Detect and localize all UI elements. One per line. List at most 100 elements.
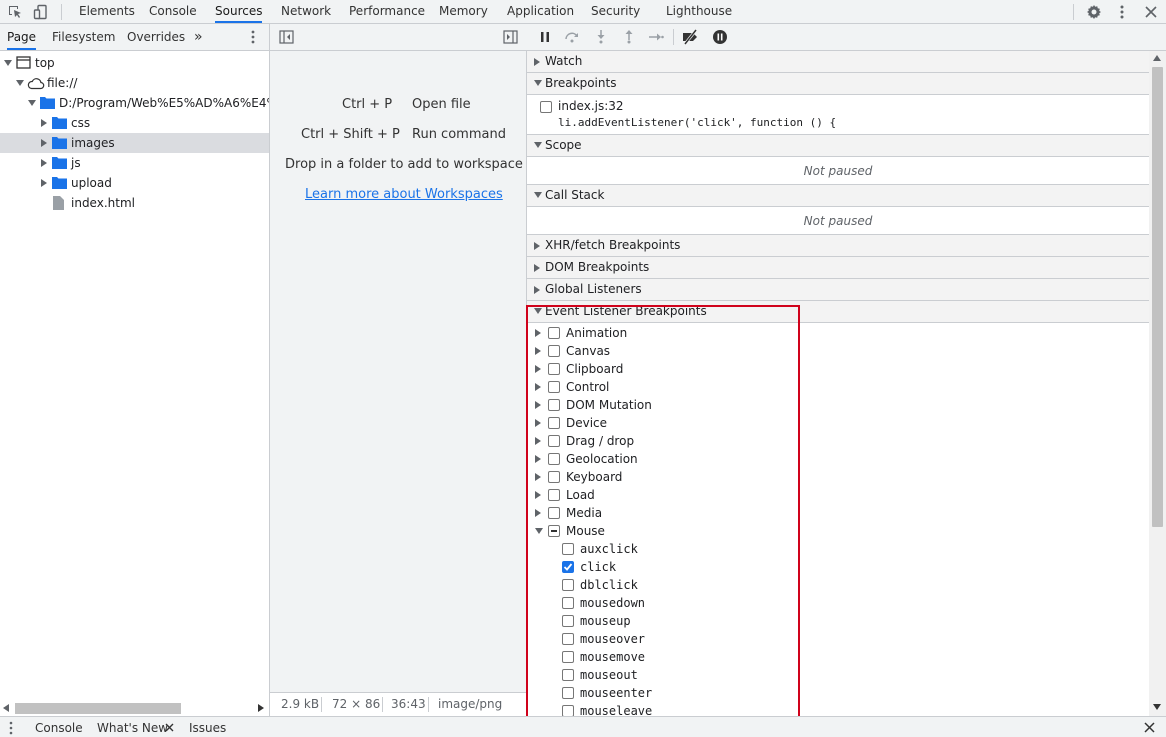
pane-global-listeners[interactable]: Global Listeners	[527, 279, 1149, 301]
tab-filesystem[interactable]: Filesystem	[52, 24, 115, 50]
event-checkbox[interactable]	[562, 651, 574, 663]
pane-event-listener-breakpoints[interactable]: Event Listener Breakpoints	[527, 301, 1149, 323]
learn-more-workspaces-link[interactable]: Learn more about Workspaces	[305, 187, 503, 202]
event-category-clipboard[interactable]: Clipboard	[527, 360, 1149, 378]
tree-item-images[interactable]: images	[0, 133, 269, 153]
event-mouseenter[interactable]: mouseenter	[527, 684, 1149, 702]
category-checkbox[interactable]	[548, 381, 560, 393]
tree-item-index-html[interactable]: index.html	[0, 193, 269, 213]
category-checkbox[interactable]	[548, 471, 560, 483]
event-category-canvas[interactable]: Canvas	[527, 342, 1149, 360]
event-checkbox[interactable]	[562, 669, 574, 681]
event-checkbox[interactable]	[562, 597, 574, 609]
pane-xhr-breakpoints[interactable]: XHR/fetch Breakpoints	[527, 235, 1149, 257]
event-click[interactable]: click	[527, 558, 1149, 576]
close-icon[interactable]	[1143, 4, 1159, 20]
category-checkbox[interactable]	[548, 345, 560, 357]
tab-page[interactable]: Page	[7, 24, 37, 50]
event-checkbox[interactable]	[562, 615, 574, 627]
category-checkbox[interactable]	[548, 363, 560, 375]
inspect-element-icon[interactable]	[7, 4, 23, 20]
tree-item-upload[interactable]: upload	[0, 173, 269, 193]
tree-item-project-folder[interactable]: D:/Program/Web%E5%AD%A6%E4%B9%A0	[0, 93, 269, 113]
step-into-icon[interactable]	[593, 29, 609, 45]
tab-network[interactable]: Network	[281, 0, 331, 23]
tab-application[interactable]: Application	[507, 0, 574, 23]
category-checkbox[interactable]	[548, 417, 560, 429]
close-tab-icon[interactable]	[165, 723, 174, 732]
event-mousemove[interactable]: mousemove	[527, 648, 1149, 666]
tab-console[interactable]: Console	[149, 0, 197, 23]
event-auxclick[interactable]: auxclick	[527, 540, 1149, 558]
tab-security[interactable]: Security	[591, 0, 640, 23]
event-checkbox[interactable]	[562, 705, 574, 716]
more-tabs-chevron-icon[interactable]: »	[194, 24, 203, 50]
event-category-geolocation[interactable]: Geolocation	[527, 450, 1149, 468]
event-category-animation[interactable]: Animation	[527, 324, 1149, 342]
category-checkbox[interactable]	[548, 399, 560, 411]
tab-elements[interactable]: Elements	[79, 0, 135, 23]
pane-dom-breakpoints[interactable]: DOM Breakpoints	[527, 257, 1149, 279]
tree-item-js[interactable]: js	[0, 153, 269, 173]
event-mouseleave[interactable]: mouseleave	[527, 702, 1149, 716]
event-dblclick[interactable]: dblclick	[527, 576, 1149, 594]
event-category-keyboard[interactable]: Keyboard	[527, 468, 1149, 486]
debugger-vertical-scrollbar[interactable]	[1149, 51, 1166, 716]
step-out-icon[interactable]	[621, 29, 637, 45]
event-checkbox-checked[interactable]	[562, 561, 574, 573]
breakpoint-item[interactable]: index.js:32 li.addEventListener('click',…	[527, 95, 1149, 135]
tree-item-css[interactable]: css	[0, 113, 269, 133]
category-checkbox[interactable]	[548, 435, 560, 447]
category-checkbox[interactable]	[548, 453, 560, 465]
event-category-drag-drop[interactable]: Drag / drop	[527, 432, 1149, 450]
tab-lighthouse[interactable]: Lighthouse	[666, 0, 732, 23]
tab-performance[interactable]: Performance	[349, 0, 425, 23]
gear-icon[interactable]	[1086, 4, 1102, 20]
event-mouseout[interactable]: mouseout	[527, 666, 1149, 684]
tab-memory[interactable]: Memory	[439, 0, 488, 23]
drawer-tab-console[interactable]: Console	[35, 717, 83, 737]
device-toggle-icon[interactable]	[33, 4, 49, 20]
category-checkbox[interactable]	[548, 507, 560, 519]
event-category-mouse[interactable]: Mouse	[527, 522, 1149, 540]
event-checkbox[interactable]	[562, 633, 574, 645]
pane-scope[interactable]: Scope	[527, 135, 1149, 157]
pause-on-exceptions-icon[interactable]	[712, 29, 728, 45]
event-checkbox[interactable]	[562, 543, 574, 555]
toggle-debugger-icon[interactable]	[503, 30, 519, 44]
drawer-menu-icon[interactable]	[8, 721, 14, 735]
close-drawer-icon[interactable]	[1144, 722, 1155, 733]
category-checkbox[interactable]	[548, 327, 560, 339]
pane-call-stack[interactable]: Call Stack	[527, 185, 1149, 207]
event-mousedown[interactable]: mousedown	[527, 594, 1149, 612]
event-category-dom-mutation[interactable]: DOM Mutation	[527, 396, 1149, 414]
event-mouseover[interactable]: mouseover	[527, 630, 1149, 648]
event-category-control[interactable]: Control	[527, 378, 1149, 396]
pause-icon[interactable]	[537, 29, 553, 45]
pane-breakpoints[interactable]: Breakpoints	[527, 73, 1149, 95]
event-mouseup[interactable]: mouseup	[527, 612, 1149, 630]
scrollbar-thumb[interactable]	[15, 703, 181, 714]
event-checkbox[interactable]	[562, 579, 574, 591]
category-checkbox[interactable]	[548, 489, 560, 501]
event-category-media[interactable]: Media	[527, 504, 1149, 522]
tab-sources[interactable]: Sources	[215, 0, 263, 23]
event-category-device[interactable]: Device	[527, 414, 1149, 432]
toggle-navigator-icon[interactable]	[279, 30, 295, 44]
category-checkbox-mixed[interactable]	[548, 525, 560, 537]
event-checkbox[interactable]	[562, 687, 574, 699]
deactivate-breakpoints-icon[interactable]	[682, 29, 698, 45]
drawer-tab-issues[interactable]: Issues	[189, 717, 226, 737]
tree-item-top[interactable]: top	[0, 53, 269, 73]
pane-watch[interactable]: Watch	[527, 51, 1149, 73]
navigator-horizontal-scrollbar[interactable]	[0, 700, 269, 716]
more-options-icon[interactable]	[1114, 4, 1130, 20]
step-icon[interactable]	[648, 29, 664, 45]
tree-item-file-origin[interactable]: file://	[0, 73, 269, 93]
step-over-icon[interactable]	[564, 29, 580, 45]
drawer-tab-whats-new[interactable]: What's New	[97, 717, 168, 737]
navigator-menu-icon[interactable]	[248, 29, 258, 45]
event-category-load[interactable]: Load	[527, 486, 1149, 504]
tab-overrides[interactable]: Overrides	[127, 24, 185, 50]
scrollbar-thumb[interactable]	[1152, 67, 1163, 527]
